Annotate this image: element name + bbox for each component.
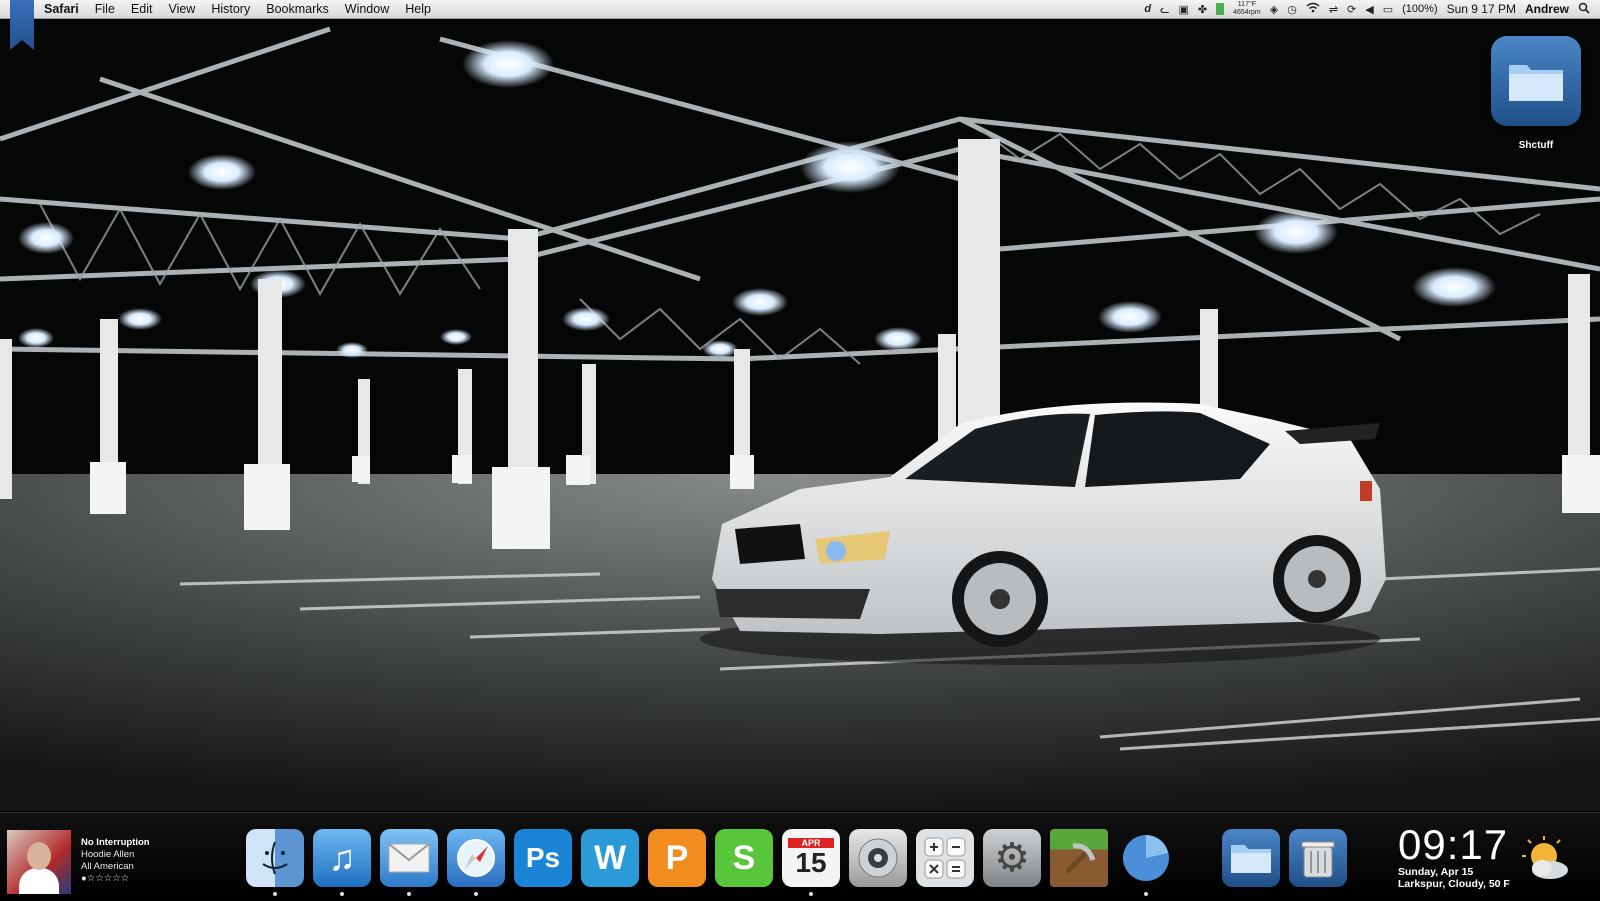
track-title: No Interruption (81, 837, 150, 848)
paw-icon[interactable]: ✤ (1198, 3, 1207, 16)
gear-icon: ⚙ (994, 836, 1030, 880)
widget-weather: Larkspur, Cloudy, 50 F (1398, 878, 1510, 890)
dock-activity[interactable] (1117, 829, 1175, 896)
track-rating[interactable]: ●☆☆☆☆☆ (81, 873, 150, 885)
safari-icon (457, 839, 495, 877)
track-album: All American (81, 861, 134, 872)
album-art[interactable] (7, 830, 71, 894)
itunes-icon: ♫ (328, 837, 356, 878)
running-indicator (1144, 892, 1148, 896)
menu-edit[interactable]: Edit (123, 2, 161, 16)
dropbox-icon[interactable]: ◈ (1270, 3, 1278, 16)
fan-rpm-value: 4654rpm (1233, 9, 1261, 16)
spreadsheet-icon: S (732, 838, 756, 877)
desktop-wallpaper (0, 19, 1600, 811)
calculator-icon (924, 837, 966, 879)
dictionary-icon[interactable]: d (1144, 3, 1151, 15)
partly-cloudy-icon (1522, 836, 1568, 879)
spotlight-search-icon[interactable] (1578, 2, 1590, 17)
presentation-icon: P (665, 838, 689, 877)
folder-icon (1231, 845, 1271, 873)
sync-icon[interactable]: ⟳ (1347, 3, 1356, 16)
battery-percent: (100%) (1402, 3, 1438, 15)
dock: ♫ Ps W P S APR 15 ⚙ (246, 829, 1356, 896)
wifi-icon[interactable] (1306, 2, 1320, 16)
temperature-readout[interactable]: 117°F 4654rpm (1233, 1, 1261, 17)
track-artist: Hoodie Allen (81, 849, 135, 860)
desktop-folder[interactable]: Shctuff (1488, 36, 1584, 151)
running-indicator (340, 892, 344, 896)
menubar-clock[interactable]: Sun 9 17 PM (1447, 2, 1516, 16)
volume-icon[interactable]: ◀ (1365, 3, 1373, 16)
dock-documents-stack[interactable] (1222, 829, 1280, 887)
bluetooth-icon[interactable]: ⇌ (1329, 3, 1338, 16)
dock-trash[interactable] (1289, 829, 1347, 887)
dock-calculator[interactable] (916, 829, 974, 887)
running-indicator (474, 892, 478, 896)
widget-time: 09:17 (1398, 821, 1509, 868)
desktop-folder-label: Shctuff (1518, 140, 1554, 151)
menu-help[interactable]: Help (397, 2, 439, 16)
cpu-meter-icon[interactable] (1216, 3, 1225, 15)
folder-icon (1491, 36, 1581, 126)
dock-safari[interactable] (447, 829, 505, 896)
time-machine-icon[interactable]: ◷ (1287, 3, 1297, 16)
dock-disk-utility[interactable] (849, 829, 907, 887)
dock-presentation[interactable]: P (648, 829, 706, 887)
clock-widget[interactable]: 09:17 Sunday, Apr 15 Larkspur, Cloudy, 5… (1398, 821, 1510, 891)
mail-icon (388, 843, 430, 873)
trash-icon (1301, 841, 1335, 878)
dock-minecraft[interactable] (1050, 829, 1108, 887)
dock-word[interactable]: W (581, 829, 639, 887)
display-icon[interactable]: ▣ (1178, 3, 1188, 16)
menu-bookmarks[interactable]: Bookmarks (258, 2, 337, 16)
dock-itunes[interactable]: ♫ (313, 829, 371, 896)
battery-icon[interactable]: ▭ (1383, 3, 1393, 16)
menu-app-name[interactable]: Safari (30, 2, 87, 16)
cat-icon[interactable]: ᓚ (1160, 3, 1169, 16)
running-indicator (273, 892, 277, 896)
menu-window[interactable]: Window (337, 2, 397, 16)
running-indicator (809, 892, 813, 896)
dock-calendar[interactable]: APR 15 (782, 829, 840, 896)
dock-separator (1184, 829, 1222, 887)
now-playing-widget[interactable]: No Interruption Hoodie Allen All America… (7, 830, 150, 894)
dock-spreadsheet[interactable]: S (715, 829, 773, 887)
photoshop-icon: Ps (525, 842, 561, 873)
temperature-value: 117°F (1237, 1, 1257, 8)
menu-bar: Safari File Edit View History Bookmarks … (0, 0, 1600, 19)
user-name[interactable]: Andrew (1525, 2, 1569, 16)
menu-view[interactable]: View (160, 2, 203, 16)
dock-photoshop[interactable]: Ps (514, 829, 572, 887)
minecraft-icon (1065, 843, 1096, 874)
dock-finder[interactable] (246, 829, 304, 896)
word-icon: W (593, 838, 627, 877)
dock-system-preferences[interactable]: ⚙ (983, 829, 1041, 887)
dock-mail[interactable] (380, 829, 438, 896)
calendar-day: 15 (795, 847, 827, 878)
disk-icon (858, 838, 898, 878)
running-indicator (407, 892, 411, 896)
finder-icon (262, 841, 288, 875)
pie-icon (1123, 835, 1169, 881)
menu-history[interactable]: History (203, 2, 258, 16)
menu-file[interactable]: File (87, 2, 123, 16)
